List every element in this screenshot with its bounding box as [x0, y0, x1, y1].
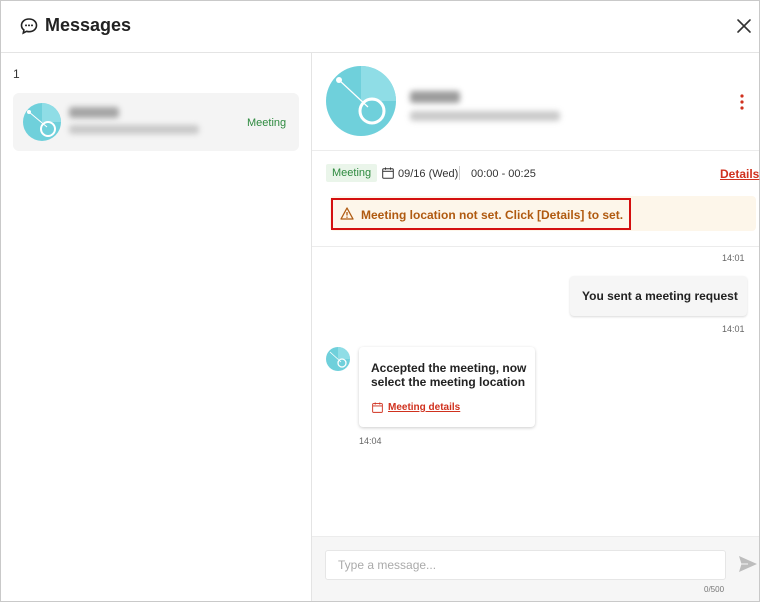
- calendar-icon: [382, 167, 394, 179]
- conversation-tag: Meeting: [247, 117, 287, 129]
- contact-name-redacted: [410, 91, 460, 103]
- character-counter: 0/500: [704, 585, 725, 594]
- avatar: [326, 347, 350, 371]
- meeting-time: 00:00 - 00:25: [471, 168, 536, 180]
- meeting-date: 09/16 (Wed): [398, 168, 459, 180]
- more-options-icon[interactable]: [734, 93, 750, 111]
- messages-window: Messages 1 Meeting Meeting 09/16 (Wed) 0…: [0, 0, 760, 602]
- incoming-message: Accepted the meeting, now select the mee…: [359, 347, 535, 427]
- meeting-info-bar: Meeting 09/16 (Wed) 00:00 - 00:25 Detail…: [312, 152, 759, 247]
- location-warning: Meeting location not set. Click [Details…: [330, 196, 756, 231]
- warning-text: Meeting location not set. Click [Details…: [361, 208, 624, 222]
- header: Messages: [1, 1, 759, 53]
- conversation-count: 1: [13, 67, 20, 81]
- warning-icon: [340, 207, 354, 220]
- meeting-details-link[interactable]: Meeting details: [388, 402, 460, 413]
- divider: [459, 166, 460, 180]
- chat-bubble-icon: [20, 18, 38, 35]
- page-title: Messages: [45, 15, 132, 35]
- meeting-tag: Meeting: [326, 164, 378, 182]
- message-text: You sent a meeting request: [582, 289, 738, 303]
- conversation-item[interactable]: Meeting: [13, 93, 299, 151]
- contact-name-redacted: [69, 107, 119, 118]
- send-icon[interactable]: [738, 555, 758, 573]
- conversation-list: 1 Meeting: [1, 53, 312, 601]
- message-composer: 0/500: [312, 536, 759, 601]
- company-name-redacted: [410, 111, 560, 121]
- contact-profile: [312, 53, 759, 151]
- details-link[interactable]: Details: [720, 167, 759, 181]
- timestamp: 14:01: [722, 253, 745, 263]
- close-icon[interactable]: [736, 18, 752, 34]
- chat-panel: Meeting 09/16 (Wed) 00:00 - 00:25 Detail…: [312, 53, 759, 601]
- calendar-icon: [372, 402, 383, 413]
- message-input[interactable]: [325, 550, 726, 580]
- message-thread: 14:01 You sent a meeting request 14:01 A…: [312, 248, 759, 536]
- avatar: [326, 66, 396, 136]
- avatar: [23, 103, 61, 141]
- message-text-line-2: select the meeting location: [371, 375, 526, 389]
- company-name-redacted: [69, 125, 199, 134]
- outgoing-message: You sent a meeting request: [570, 276, 747, 316]
- timestamp: 14:01: [722, 324, 745, 334]
- message-text-line-1: Accepted the meeting, now: [371, 361, 527, 375]
- timestamp: 14:04: [359, 436, 382, 446]
